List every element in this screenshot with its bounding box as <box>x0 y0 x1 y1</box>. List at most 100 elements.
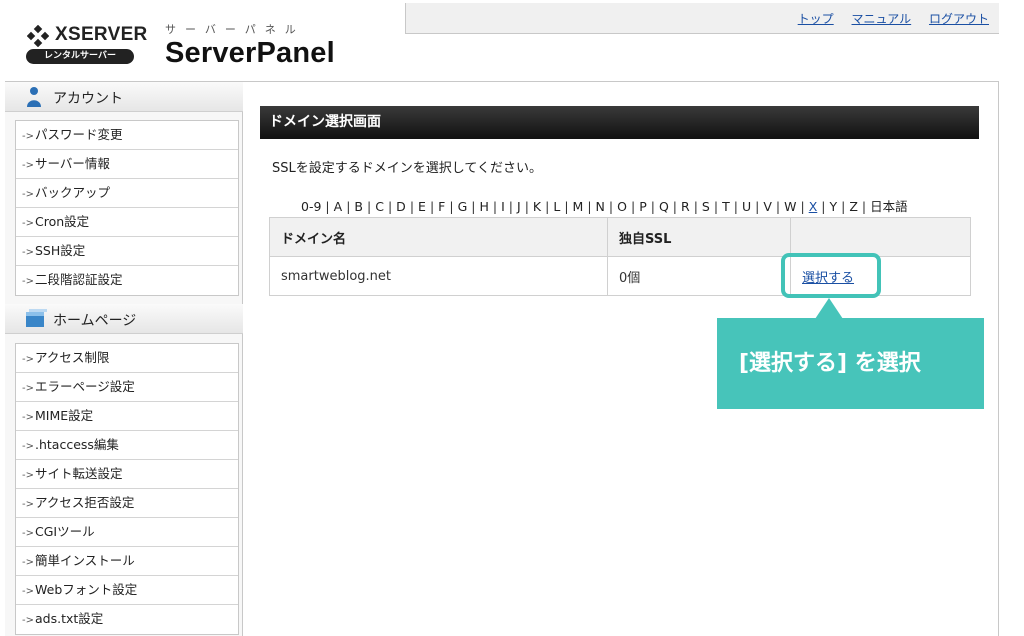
alphabet-index-item[interactable]: F <box>437 199 446 214</box>
column-header-domain: ドメイン名 <box>269 217 608 257</box>
sidebar-section-label: ホームページ <box>53 313 137 329</box>
alphabet-separator: | <box>387 199 393 214</box>
alphabet-index-item[interactable]: G <box>457 199 469 214</box>
arrow-icon: -> <box>22 354 34 365</box>
arrow-icon: -> <box>22 218 34 229</box>
sidebar-item-label: 二段階認証設定 <box>35 272 123 287</box>
sidebar-item-label: .htaccess編集 <box>35 437 119 452</box>
sidebar-item-webfont[interactable]: ->Webフォント設定 <box>16 576 238 605</box>
sidebar-section-homepage[interactable]: ホームページ <box>5 304 243 334</box>
alphabet-index-item[interactable]: D <box>395 199 407 214</box>
sidebar-item-access-deny[interactable]: ->アクセス拒否設定 <box>16 489 238 518</box>
user-icon <box>27 87 41 107</box>
alphabet-separator: | <box>508 199 514 214</box>
sidebar-item-label: パスワード変更 <box>35 127 123 142</box>
alphabet-index-item[interactable]: 日本語 <box>869 199 909 214</box>
alphabet-index-item[interactable]: B <box>353 199 364 214</box>
alphabet-index-item[interactable]: U <box>741 199 752 214</box>
alphabet-index-item[interactable]: A <box>333 199 344 214</box>
sidebar-item-mime[interactable]: ->MIME設定 <box>16 402 238 431</box>
alphabet-index-item[interactable]: M <box>572 199 585 214</box>
sidebar-item-label: バックアップ <box>35 185 111 200</box>
alphabet-separator: | <box>775 199 781 214</box>
alphabet-index-item[interactable]: Z <box>848 199 859 214</box>
sidebar-item-backup[interactable]: ->バックアップ <box>16 179 238 208</box>
alphabet-index-item[interactable]: S <box>701 199 711 214</box>
panel-name: ServerPanel <box>165 37 335 69</box>
alphabet-index-item[interactable]: X <box>808 199 819 214</box>
arrow-icon: -> <box>22 615 34 626</box>
arrow-icon: -> <box>22 160 34 171</box>
table-header-row: ドメイン名 独自SSL <box>269 217 971 257</box>
sidebar-item-label: アクセス拒否設定 <box>35 495 135 510</box>
alphabet-index-item[interactable]: I <box>500 199 506 214</box>
sidebar-item-ads-txt[interactable]: ->ads.txt設定 <box>16 605 238 634</box>
sidebar-item-label: アクセス制限 <box>35 350 110 365</box>
alphabet-index-item[interactable]: J <box>516 199 522 214</box>
arrow-icon: -> <box>22 499 34 510</box>
arrow-icon: -> <box>22 557 34 568</box>
alphabet-index-item[interactable]: W <box>783 199 797 214</box>
sidebar-item-server-info[interactable]: ->サーバー情報 <box>16 150 238 179</box>
alphabet-separator: | <box>713 199 719 214</box>
sidebar-item-label: SSH設定 <box>35 243 86 258</box>
sidebar-item-password[interactable]: ->パスワード変更 <box>16 121 238 150</box>
sidebar-item-access-limit[interactable]: ->アクセス制限 <box>16 344 238 373</box>
sidebar-item-label: Cron設定 <box>35 214 90 229</box>
sidebar-item-cron[interactable]: ->Cron設定 <box>16 208 238 237</box>
top-links: トップ マニュアル ログアウト <box>784 10 989 27</box>
sidebar-item-ssh[interactable]: ->SSH設定 <box>16 237 238 266</box>
logout-link[interactable]: ログアウト <box>929 12 989 26</box>
ssl-count-cell: 0個 <box>607 256 791 296</box>
sidebar-item-cgi-tool[interactable]: ->CGIツール <box>16 518 238 547</box>
xserver-logo-icon <box>27 25 49 47</box>
alphabet-separator: | <box>346 199 351 214</box>
sidebar-item-label: CGIツール <box>35 524 95 539</box>
alphabet-separator: | <box>608 199 614 214</box>
sidebar-item-easy-install[interactable]: ->簡単インストール <box>16 547 238 576</box>
manual-link[interactable]: マニュアル <box>852 12 912 26</box>
top-bar: トップ マニュアル ログアウト <box>405 3 999 34</box>
alphabet-separator: | <box>630 199 636 214</box>
sidebar-item-error-page[interactable]: ->エラーページ設定 <box>16 373 238 402</box>
alphabet-index-item[interactable]: P <box>638 199 648 214</box>
sidebar: アカウント ->パスワード変更 ->サーバー情報 ->バックアップ ->Cron… <box>5 82 243 636</box>
alphabet-index-item[interactable]: Q <box>658 199 670 214</box>
alphabet-index-item[interactable]: T <box>721 199 731 214</box>
sidebar-item-site-redirect[interactable]: ->サイト転送設定 <box>16 460 238 489</box>
page-description: SSLを設定するドメインを選択してください。 <box>272 161 542 176</box>
alphabet-separator: | <box>693 199 698 214</box>
sidebar-item-htaccess[interactable]: ->.htaccess編集 <box>16 431 238 460</box>
alphabet-index-item[interactable]: E <box>417 199 427 214</box>
alphabet-index-item[interactable]: L <box>552 199 561 214</box>
alphabet-index-item[interactable]: R <box>680 199 691 214</box>
alphabet-index-item[interactable]: V <box>762 199 773 214</box>
alphabet-separator: | <box>409 199 415 214</box>
alphabet-index-item[interactable]: Y <box>828 199 838 214</box>
alphabet-index-item[interactable]: H <box>478 199 489 214</box>
alphabet-separator: | <box>471 199 476 214</box>
panel-kana: サーバーパネル <box>165 23 305 36</box>
alphabet-index-item[interactable]: C <box>374 199 385 214</box>
callout-annotation: [選択する] を選択 <box>717 318 984 409</box>
arrow-icon: -> <box>22 247 34 258</box>
sidebar-item-2fa[interactable]: ->二段階認証設定 <box>16 266 238 295</box>
alphabet-index-item[interactable]: K <box>532 199 542 214</box>
alphabet-separator: | <box>861 199 867 214</box>
sidebar-item-label: Webフォント設定 <box>35 582 138 597</box>
alphabet-separator: | <box>672 199 678 214</box>
header: XSERVER レンタルサーバー サーバーパネル ServerPanel トップ… <box>5 3 999 82</box>
alphabet-separator: | <box>492 199 498 214</box>
sidebar-section-account[interactable]: アカウント <box>5 82 243 112</box>
column-header-action <box>790 217 971 257</box>
alphabet-separator: | <box>755 199 760 214</box>
sidebar-section-label: アカウント <box>53 91 123 107</box>
sidebar-item-label: ads.txt設定 <box>35 611 104 626</box>
logo[interactable]: XSERVER レンタルサーバー サーバーパネル ServerPanel <box>5 3 405 81</box>
top-link[interactable]: トップ <box>798 12 834 26</box>
alphabet-index-item[interactable]: O <box>616 199 628 214</box>
arrow-icon: -> <box>22 383 34 394</box>
arrow-icon: -> <box>22 470 34 481</box>
alphabet-index-item[interactable]: 0-9 <box>300 199 322 214</box>
alphabet-index-item[interactable]: N <box>595 199 606 214</box>
